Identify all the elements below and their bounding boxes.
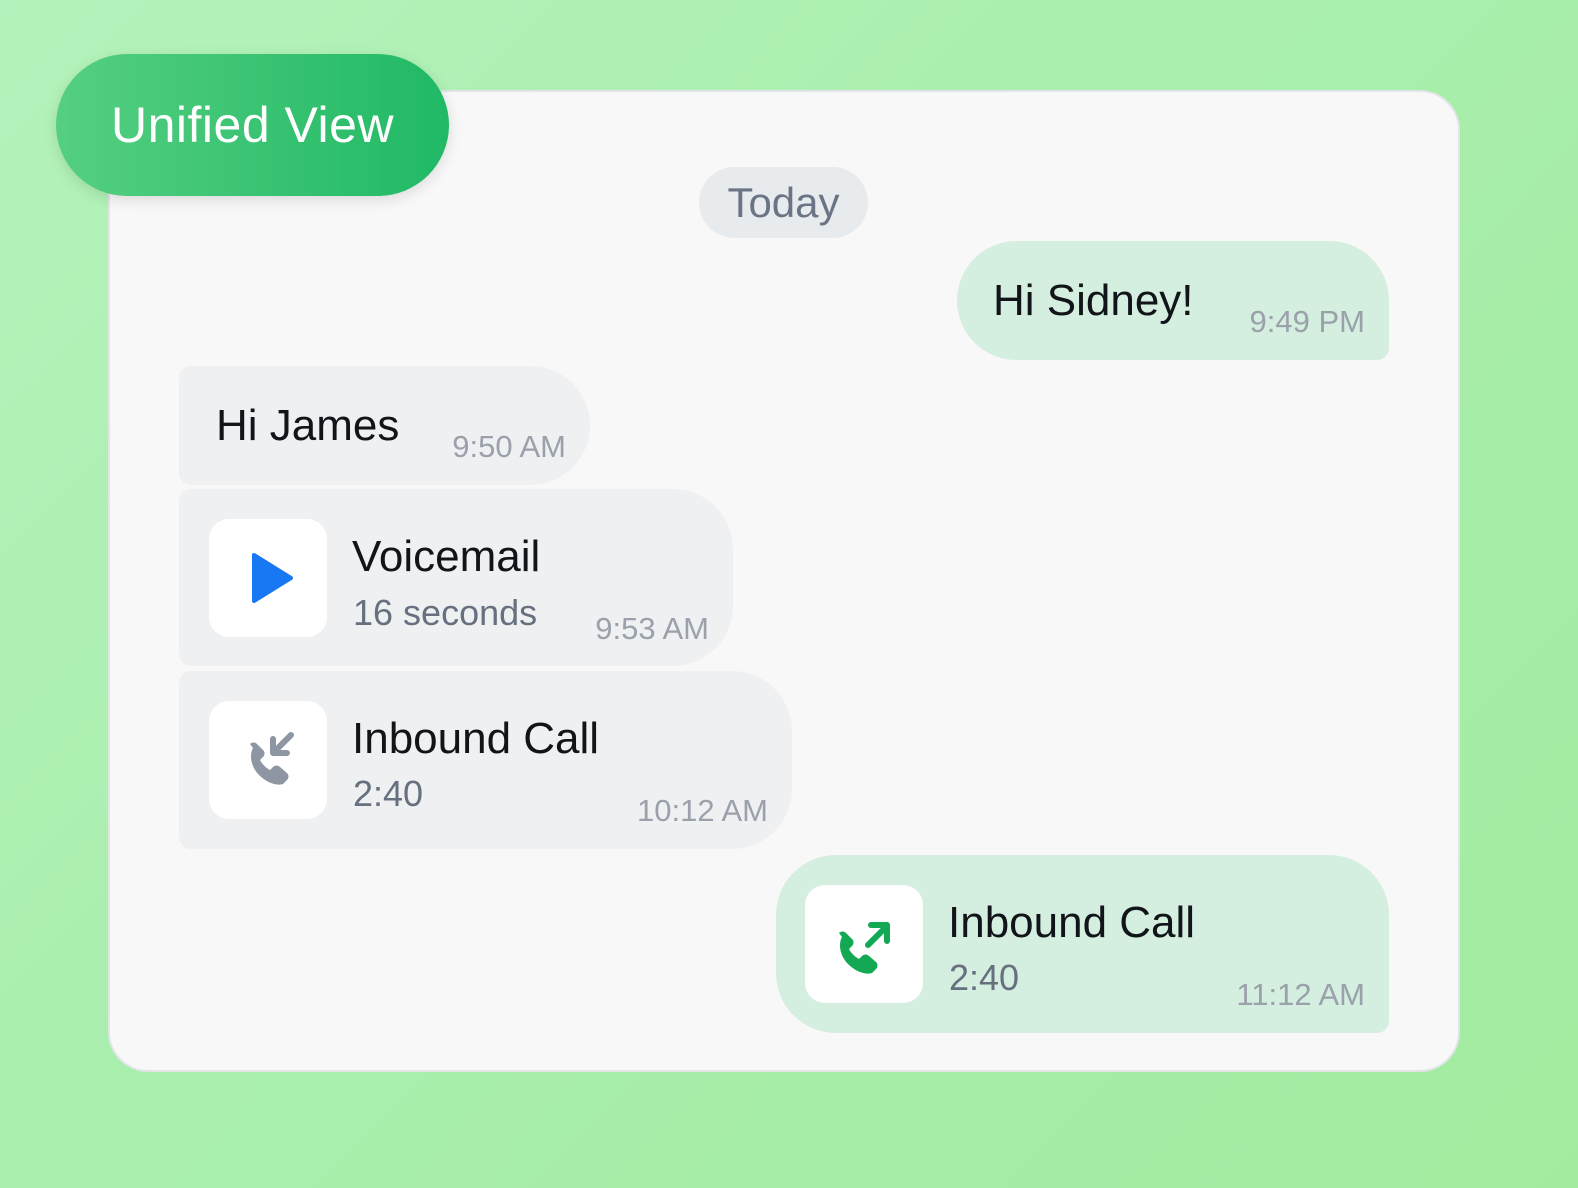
unified-view-badge: Unified View bbox=[56, 54, 449, 196]
call-duration: 2:40 bbox=[949, 957, 1020, 998]
call-bubble-incoming[interactable]: Inbound Call 2:40 10:12 AM bbox=[179, 671, 792, 849]
message-bubble-incoming[interactable]: Hi James 9:50 AM bbox=[179, 366, 590, 485]
call-icon-tile bbox=[209, 701, 327, 819]
message-time: 9:49 PM bbox=[1249, 304, 1365, 339]
message-text: Hi Sidney! bbox=[993, 276, 1194, 325]
message-time: 9:50 AM bbox=[452, 429, 566, 464]
call-duration: 2:40 bbox=[353, 773, 424, 814]
message-time: 11:12 AM bbox=[1236, 977, 1365, 1012]
voicemail-play-button[interactable] bbox=[209, 519, 327, 637]
call-title: Inbound Call bbox=[352, 714, 600, 763]
call-icon-tile bbox=[805, 885, 923, 1003]
message-time: 10:12 AM bbox=[637, 793, 768, 828]
message-text: Hi James bbox=[216, 401, 400, 450]
message-bubble-outgoing[interactable]: Hi Sidney! 9:49 PM bbox=[957, 241, 1389, 360]
call-title: Inbound Call bbox=[948, 898, 1196, 947]
date-separator: Today bbox=[699, 167, 868, 238]
voicemail-bubble[interactable]: Voicemail 16 seconds 9:53 AM bbox=[179, 489, 733, 666]
play-icon bbox=[252, 553, 293, 603]
voicemail-title: Voicemail bbox=[352, 532, 541, 581]
voicemail-duration: 16 seconds bbox=[353, 592, 538, 633]
message-time: 9:53 AM bbox=[595, 611, 709, 646]
outgoing-call-icon bbox=[839, 922, 890, 974]
incoming-call-icon bbox=[250, 732, 294, 785]
call-bubble-outgoing[interactable]: Inbound Call 2:40 11:12 AM bbox=[776, 855, 1389, 1033]
